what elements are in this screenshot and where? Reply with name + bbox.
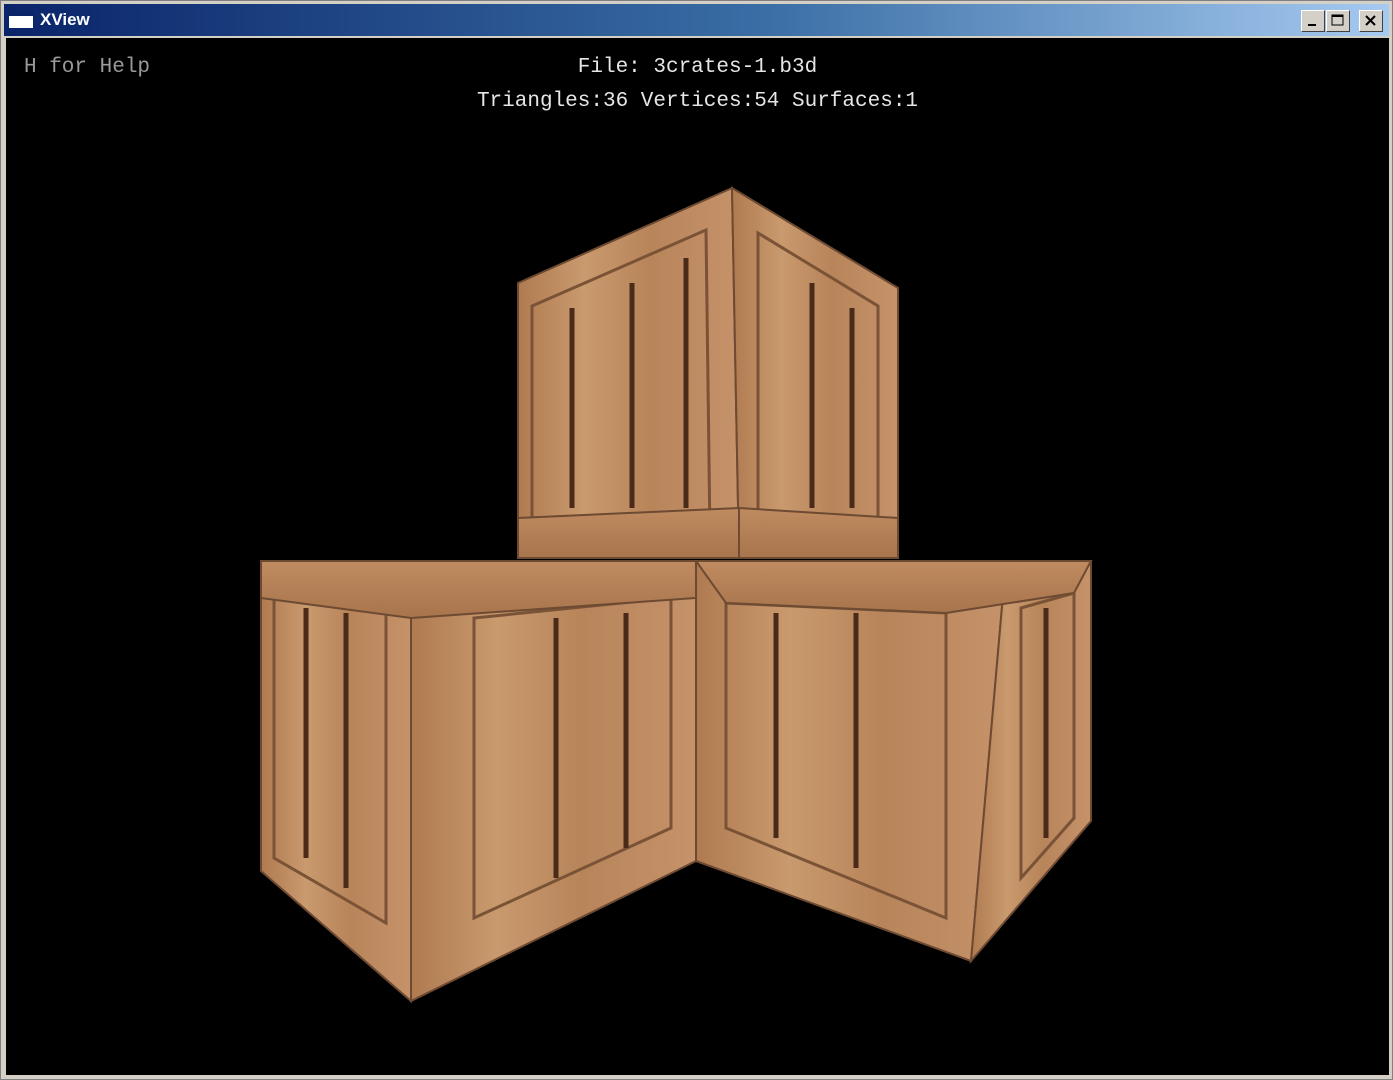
close-icon [1365, 15, 1376, 26]
maximize-icon [1331, 14, 1344, 26]
app-window-icon[interactable] [8, 11, 34, 29]
render-viewport[interactable]: H for Help File: 3crates-1.b3d Triangles… [6, 38, 1389, 1075]
mesh-stats-label: Triangles:36 Vertices:54 Surfaces:1 [476, 90, 919, 113]
bottom-right-crate [694, 560, 1093, 965]
crates-scene [260, 186, 1093, 1004]
bottom-left-crate [260, 560, 697, 1004]
top-crate [517, 186, 899, 559]
close-button[interactable] [1359, 10, 1383, 32]
file-name-label: File: 3crates-1.b3d [577, 56, 818, 79]
xview-window: XView H for Help File: 3crates-1.b3d Tri… [0, 0, 1393, 1080]
window-title: XView [40, 10, 90, 29]
minimize-button[interactable] [1301, 10, 1325, 32]
maximize-button[interactable] [1326, 10, 1350, 32]
title-bar[interactable]: XView [4, 4, 1389, 36]
minimize-icon [1308, 24, 1316, 26]
